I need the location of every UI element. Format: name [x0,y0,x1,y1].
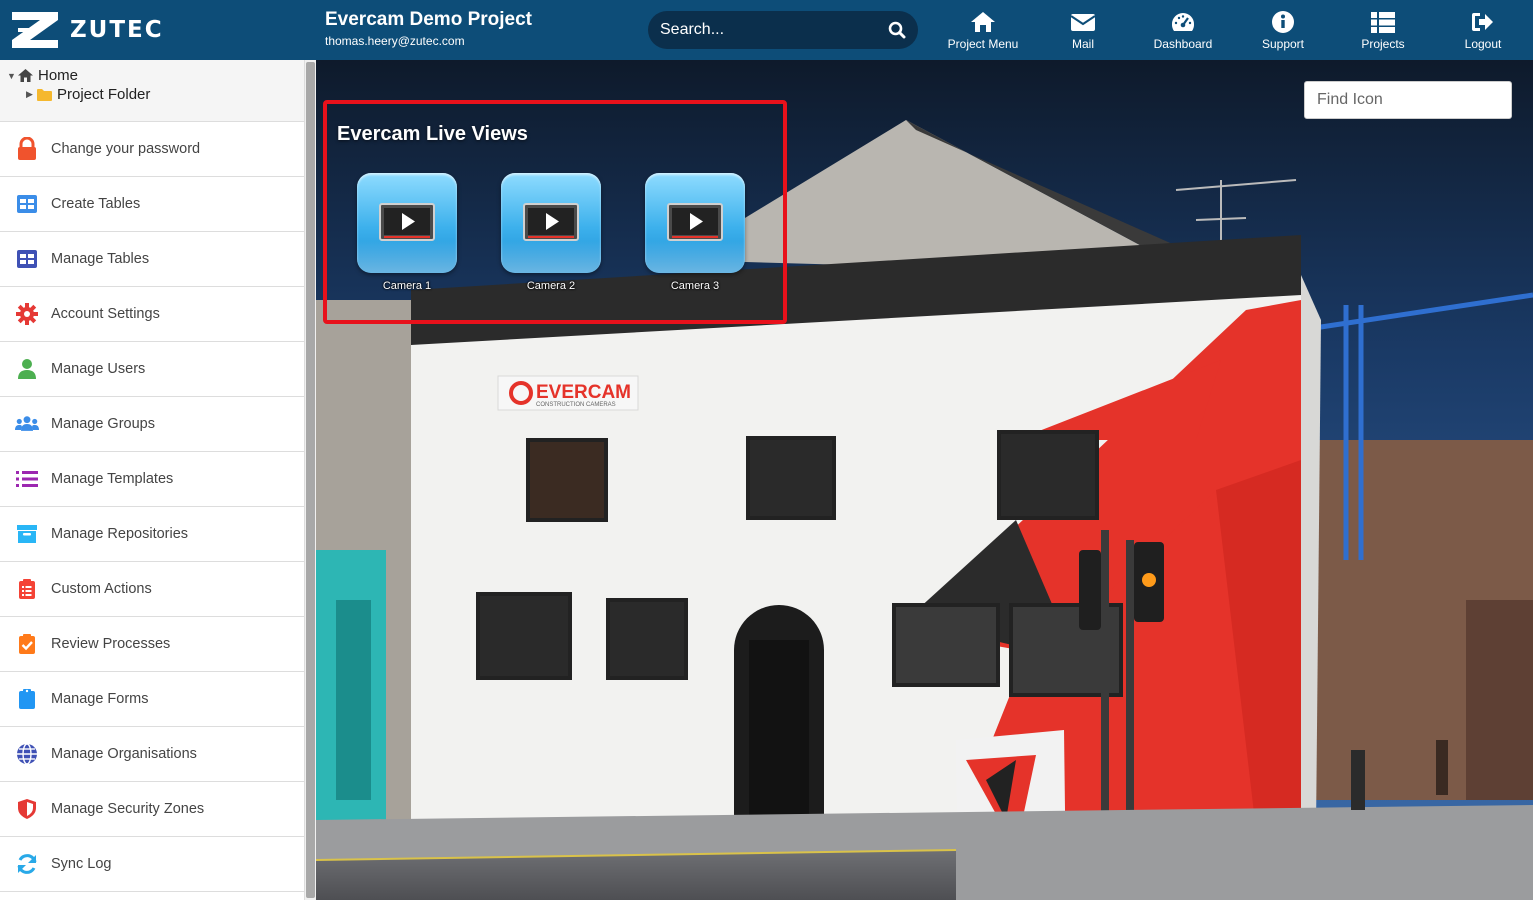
sidebar-item-label: Create Tables [51,196,141,212]
zutec-logo-icon [12,12,58,48]
sidebar-item-manage-repositories[interactable]: Manage Repositories [0,507,304,562]
sidebar-menu: Change your password Create Tables Manag… [0,122,304,892]
search-input[interactable] [648,11,876,49]
table-icon [15,247,39,271]
sidebar-item-manage-organisations[interactable]: Manage Organisations [0,727,304,782]
top-bar: ZUTEC Evercam Demo Project thomas.heery@… [0,0,1533,60]
sidebar-item-sync-log[interactable]: Sync Log [0,837,304,892]
nav-label: Logout [1464,36,1502,51]
sidebar-item-manage-users[interactable]: Manage Users [0,342,304,397]
list-icon [15,467,39,491]
clipboard-icon [15,687,39,711]
project-info: Evercam Demo Project thomas.heery@zutec.… [325,8,532,48]
sidebar-item-label: Custom Actions [51,581,152,597]
sidebar-item-label: Manage Users [51,361,146,377]
camera-3-button[interactable]: Camera 3 [645,173,745,292]
sidebar-item-label: Manage Repositories [51,526,189,542]
sidebar-item-label: Review Processes [51,636,171,652]
camera-label: Camera 1 [382,280,432,292]
sidebar-item-label: Manage Organisations [51,746,197,762]
tree-home[interactable]: ▼ Home [0,66,304,85]
sidebar-item-manage-templates[interactable]: Manage Templates [0,452,304,507]
nav-label: Support [1261,36,1305,51]
sign-brand-text: EVERCAM [536,382,631,403]
folder-icon [37,88,52,101]
projects-icon [1371,11,1395,33]
search-button[interactable] [876,11,918,49]
sidebar-item-account-settings[interactable]: Account Settings [0,287,304,342]
info-icon [1272,10,1294,33]
sidebar-item-manage-forms[interactable]: Manage Forms [0,672,304,727]
shield-icon [15,797,39,821]
nav-projects[interactable]: Projects [1333,0,1433,60]
gear-icon [15,302,39,326]
table-icon [15,192,39,216]
sidebar-item-label: Manage Groups [51,416,155,432]
users-icon [15,412,39,436]
archive-icon [15,522,39,546]
sidebar-item-change-password[interactable]: Change your password [0,122,304,177]
camera-label: Camera 2 [526,280,576,292]
home-icon [18,69,33,82]
sidebar-scroll-thumb[interactable] [306,62,315,898]
clipboard-check-icon [15,632,39,656]
camera-2-button[interactable]: Camera 2 [501,173,601,292]
video-player-icon [645,173,745,273]
home-icon [971,11,995,32]
sidebar-item-label: Change your password [51,141,201,157]
sidebar-item-review-processes[interactable]: Review Processes [0,617,304,672]
main-content: EVERCAM CONSTRUCTION CAMERAS Evercam Liv… [316,60,1533,900]
sidebar-item-label: Manage Tables [51,251,150,267]
nav-label: Dashboard [1153,36,1213,51]
live-views-title: Evercam Live Views [337,123,528,145]
find-icon-input[interactable] [1304,81,1512,119]
evercam-live-views-panel: Evercam Live Views Camera 1 Camera 2 Cam… [323,100,787,324]
tree-home-label: Home [38,67,79,84]
camera-1-button[interactable]: Camera 1 [357,173,457,292]
user-email: thomas.heery@zutec.com [325,34,465,48]
sign-tagline-text: CONSTRUCTION CAMERAS [536,402,616,408]
logout-icon [1472,12,1493,31]
nav-support[interactable]: Support [1233,0,1333,60]
sidebar-item-label: Manage Templates [51,471,174,487]
sidebar-item-label: Sync Log [51,856,112,872]
tree-folder-label: Project Folder [57,86,151,103]
sidebar-scrollbar[interactable] [305,60,316,900]
mail-icon [1070,13,1096,31]
sidebar-item-create-tables[interactable]: Create Tables [0,177,304,232]
sidebar-item-label: Account Settings [51,306,160,322]
sidebar-item-manage-groups[interactable]: Manage Groups [0,397,304,452]
user-icon [15,357,39,381]
search-icon [888,21,906,39]
project-title: Evercam Demo Project [325,9,532,30]
nav-mail[interactable]: Mail [1033,0,1133,60]
logo-text: ZUTEC [70,17,164,43]
nav-label: Project Menu [947,36,1019,51]
zutec-logo[interactable]: ZUTEC [10,10,164,50]
sidebar-item-manage-security-zones[interactable]: Manage Security Zones [0,782,304,837]
search-box [648,11,918,49]
sidebar: ▼ Home ▶ Project Folder Change your pass… [0,60,305,900]
sidebar-item-manage-tables[interactable]: Manage Tables [0,232,304,287]
clipboard-list-icon [15,577,39,601]
nav-dashboard[interactable]: Dashboard [1133,0,1233,60]
caret-right-icon[interactable]: ▶ [26,89,36,100]
nav-project-menu[interactable]: Project Menu [933,0,1033,60]
camera-label: Camera 3 [670,280,720,292]
nav-label: Mail [1071,36,1094,51]
nav-label: Projects [1361,36,1405,51]
caret-down-icon[interactable]: ▼ [7,71,17,81]
sidebar-item-label: Manage Forms [51,691,149,707]
folder-tree: ▼ Home ▶ Project Folder [0,60,304,122]
sidebar-item-label: Manage Security Zones [51,801,205,817]
video-player-icon [357,173,457,273]
sync-icon [15,852,39,876]
tree-project-folder[interactable]: ▶ Project Folder [0,85,304,104]
video-player-icon [501,173,601,273]
dashboard-icon [1171,12,1195,31]
lock-icon [15,137,39,161]
nav-logout[interactable]: Logout [1433,0,1533,60]
sidebar-item-custom-actions[interactable]: Custom Actions [0,562,304,617]
globe-icon [15,742,39,766]
